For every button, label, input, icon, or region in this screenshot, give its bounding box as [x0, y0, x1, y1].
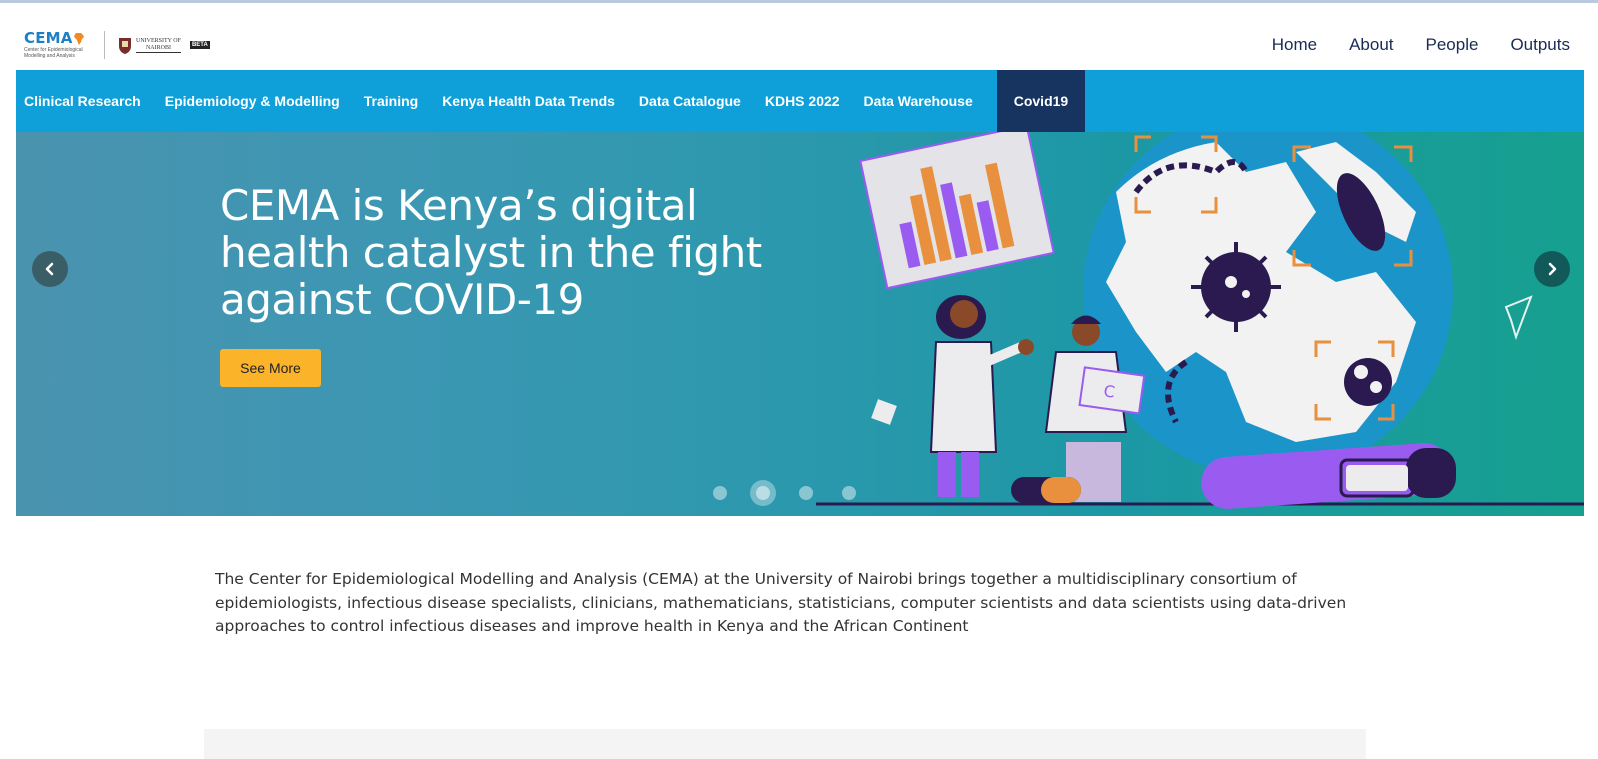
logo-group[interactable]: CEMA Center for Epidemiological Modellin… — [24, 31, 210, 59]
university-name-line2: NAIROBI — [145, 44, 171, 51]
hero-illustration: C — [816, 132, 1584, 509]
carousel-dot[interactable] — [713, 486, 727, 500]
top-nav: Home About People Outputs — [1240, 35, 1570, 55]
nav-item-kenya-health-data-trends[interactable]: Kenya Health Data Trends — [430, 70, 627, 132]
top-nav-about[interactable]: About — [1349, 35, 1393, 55]
nav-item-kdhs-2022[interactable]: KDHS 2022 — [753, 70, 852, 132]
page: CEMA Center for Epidemiological Modellin… — [0, 3, 1598, 759]
carousel-dot-active[interactable] — [750, 480, 776, 506]
nav-item-clinical-research[interactable]: Clinical Research — [16, 70, 153, 132]
carousel-prev-button[interactable] — [32, 251, 68, 287]
top-nav-outputs[interactable]: Outputs — [1510, 35, 1570, 55]
intro-paragraph: The Center for Epidemiological Modelling… — [215, 570, 1347, 635]
nav-item-epidemiology-modelling[interactable]: Epidemiology & Modelling — [153, 70, 352, 132]
nav-item-covid19[interactable]: Covid19 — [996, 70, 1086, 132]
hero-title: CEMA is Kenya’s digital health catalyst … — [220, 181, 762, 324]
university-logo[interactable]: UNIVERSITY OF NAIROBI — [117, 36, 181, 54]
university-name-line1: UNIVERSITY OF — [136, 37, 181, 44]
beta-badge: BETA — [189, 41, 210, 49]
nav-item-data-catalogue[interactable]: Data Catalogue — [627, 70, 753, 132]
content-section-start — [204, 729, 1366, 759]
site-header: CEMA Center for Epidemiological Modellin… — [16, 3, 1584, 70]
cema-logo-text: CEMA — [24, 29, 73, 47]
cema-tagline-line2: Modelling and Analysis — [24, 53, 75, 59]
logo-divider — [104, 31, 105, 59]
university-crest-icon — [119, 38, 131, 54]
cema-logo[interactable]: CEMA Center for Epidemiological Modellin… — [24, 31, 96, 59]
africa-map-icon — [73, 32, 84, 45]
hero-carousel: CEMA is Kenya’s digital health catalyst … — [16, 132, 1584, 516]
top-nav-home[interactable]: Home — [1272, 35, 1317, 55]
carousel-dot[interactable] — [799, 486, 813, 500]
top-nav-people[interactable]: People — [1426, 35, 1479, 55]
main-nav: Clinical Research Epidemiology & Modelli… — [16, 70, 1584, 132]
see-more-button[interactable]: See More — [220, 349, 321, 387]
chevron-left-icon — [45, 262, 54, 276]
nav-item-training[interactable]: Training — [352, 70, 430, 132]
nav-item-data-warehouse[interactable]: Data Warehouse — [852, 70, 985, 132]
